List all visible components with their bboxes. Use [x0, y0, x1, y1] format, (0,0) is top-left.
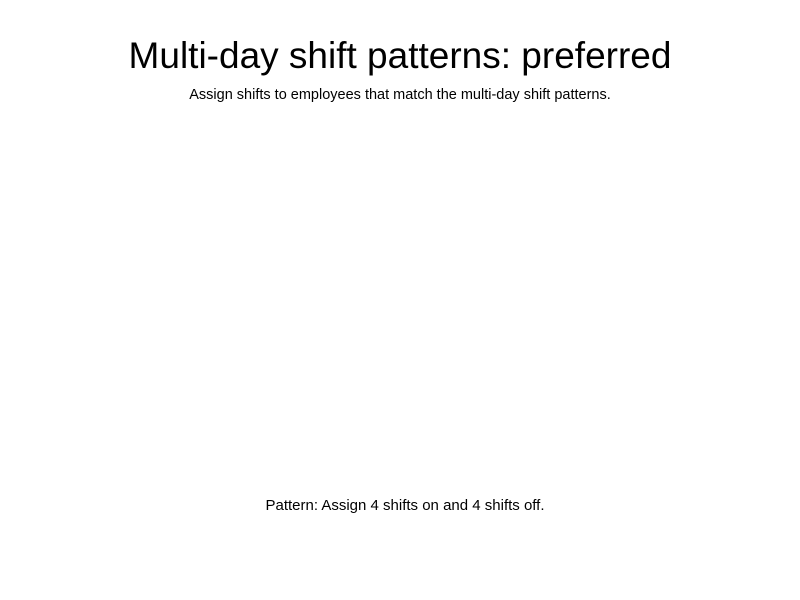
page-title: Multi-day shift patterns: preferred — [128, 35, 672, 76]
page-subtitle: Assign shifts to employees that match th… — [189, 87, 611, 103]
pattern-description: Pattern: Assign 4 shifts on and 4 shifts… — [265, 497, 545, 514]
slide: Multi-day shift patterns: preferred Assi… — [0, 0, 800, 600]
